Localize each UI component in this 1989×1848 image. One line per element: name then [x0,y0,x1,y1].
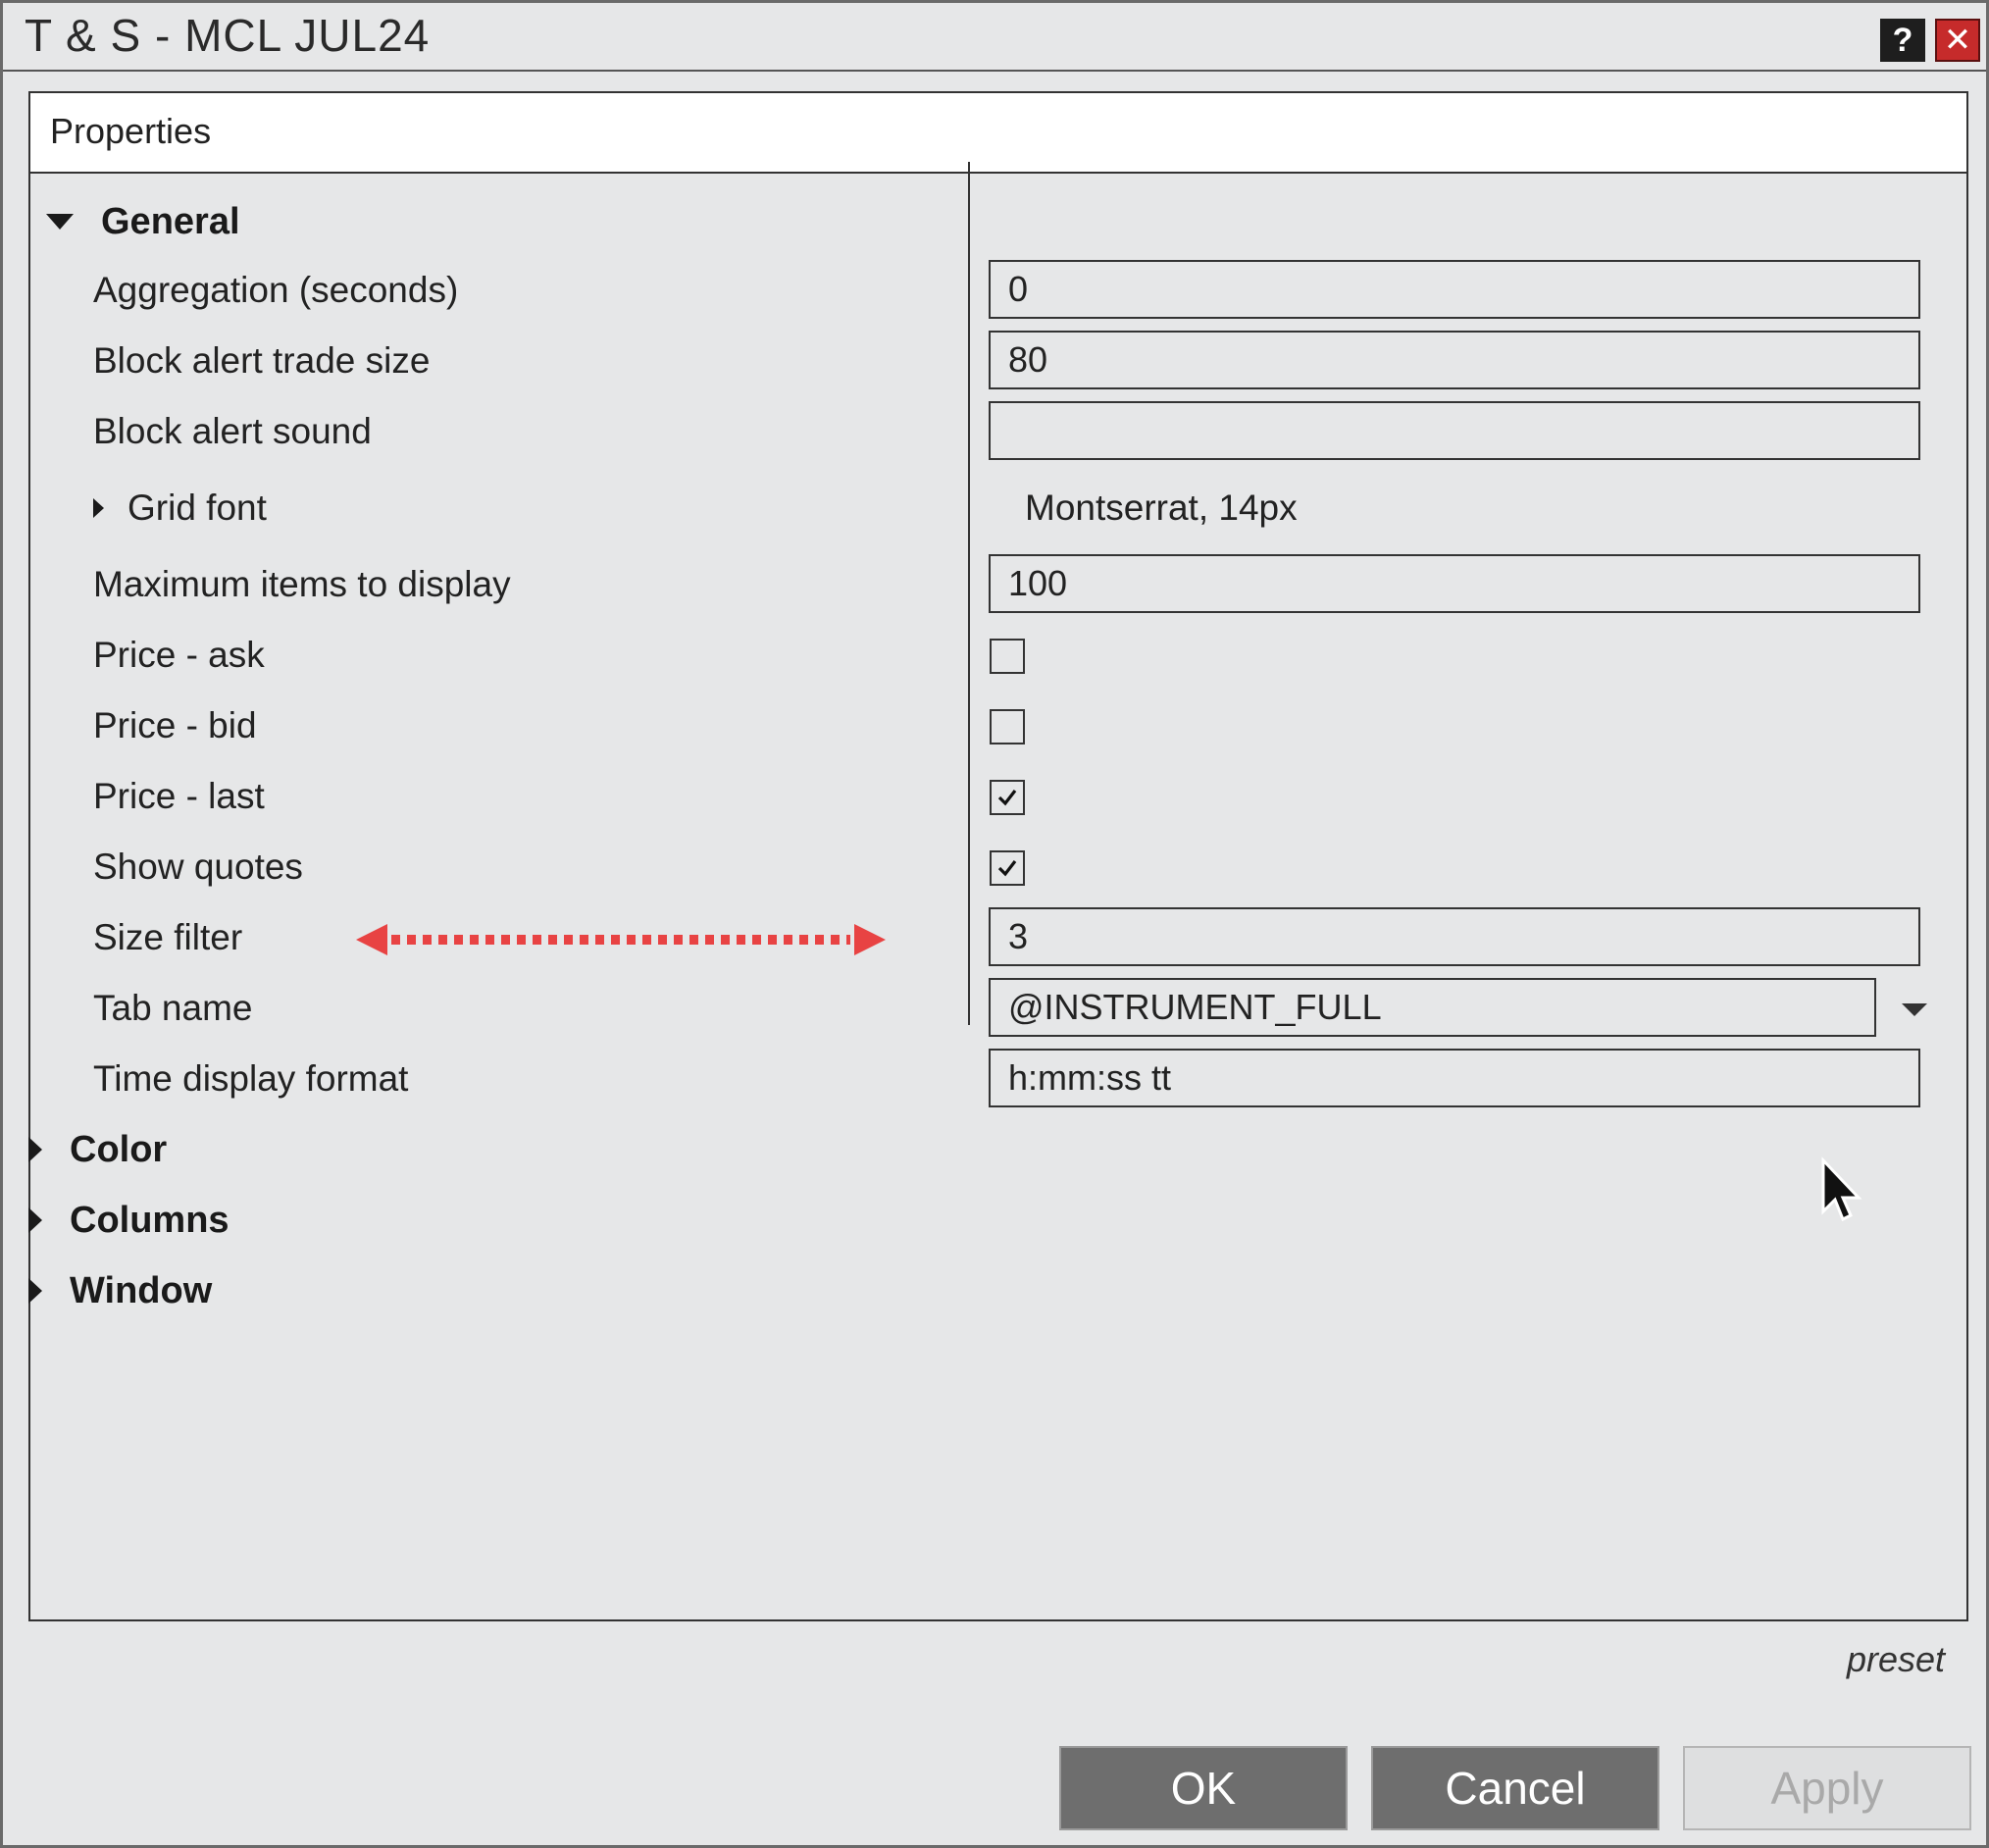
size-filter-input[interactable]: 3 [989,907,1920,966]
chevron-down-icon[interactable] [1902,1003,1927,1016]
group-window-label: Window [70,1269,213,1311]
checkmark-icon [997,860,1017,877]
group-columns-label: Columns [70,1199,230,1241]
tab-name-value: @INSTRUMENT_FULL [1008,987,1382,1027]
properties-header-label: Properties [50,111,212,151]
block-alert-trade-size-value: 80 [1008,339,1048,380]
aggregation-input[interactable]: 0 [989,260,1920,319]
size-filter-value: 3 [1008,916,1029,956]
cancel-button[interactable]: Cancel [1371,1746,1659,1830]
price-last-checkbox[interactable] [990,780,1025,815]
block-alert-sound-label: Block alert sound [93,411,372,451]
group-general-label: General [101,200,240,242]
subgroup-grid-font[interactable]: Grid font [93,484,267,533]
aggregation-value: 0 [1008,269,1029,309]
triangle-right-icon [28,1137,42,1162]
apply-button[interactable]: Apply [1683,1746,1971,1830]
mouse-pointer-icon [1821,1156,1862,1222]
title-bar: T & S - MCL JUL24 ? ✕ [3,3,1986,72]
aggregation-label: Aggregation (seconds) [93,270,459,310]
ok-button[interactable]: OK [1059,1746,1348,1830]
close-button[interactable]: ✕ [1935,19,1980,62]
price-ask-label: Price - ask [93,635,265,675]
tab-name-combo[interactable]: @INSTRUMENT_FULL [989,978,1876,1037]
checkmark-icon [997,790,1017,806]
show-quotes-label: Show quotes [93,847,303,887]
column-divider[interactable] [968,162,970,1025]
group-color[interactable]: Color [21,1125,167,1174]
properties-header: Properties [30,93,1966,174]
question-icon: ? [1892,21,1913,59]
close-icon: ✕ [1943,22,1972,59]
block-alert-sound-input[interactable] [989,401,1920,460]
group-color-label: Color [70,1128,168,1170]
time-format-label: Time display format [93,1058,409,1099]
triangle-right-icon [93,498,104,518]
window-title: T & S - MCL JUL24 [25,10,431,61]
properties-dialog: T & S - MCL JUL24 ? ✕ Properties General… [0,0,1989,1848]
triangle-right-icon [28,1207,42,1233]
group-general[interactable]: General [46,197,240,246]
time-format-value: h:mm:ss tt [1008,1057,1172,1098]
group-columns[interactable]: Columns [21,1196,230,1245]
price-bid-checkbox[interactable] [990,709,1025,744]
preset-link[interactable]: preset [1847,1639,1945,1680]
block-alert-trade-size-label: Block alert trade size [93,340,431,381]
triangle-down-icon [46,214,74,230]
price-ask-checkbox[interactable] [990,639,1025,674]
grid-font-label: Grid font [128,488,267,528]
triangle-right-icon [28,1278,42,1304]
block-alert-trade-size-input[interactable]: 80 [989,331,1920,389]
show-quotes-checkbox[interactable] [990,850,1025,886]
size-filter-label: Size filter [93,917,243,957]
max-items-input[interactable]: 100 [989,554,1920,613]
price-last-label: Price - last [93,776,265,816]
price-bid-label: Price - bid [93,705,257,745]
grid-font-value: Montserrat, 14px [1025,488,1298,528]
max-items-label: Maximum items to display [93,564,511,604]
tab-name-label: Tab name [93,988,253,1028]
max-items-value: 100 [1008,563,1068,603]
time-format-input[interactable]: h:mm:ss tt [989,1049,1920,1107]
group-window[interactable]: Window [21,1266,212,1315]
help-button[interactable]: ? [1880,19,1925,62]
double-arrow-icon [356,924,886,955]
